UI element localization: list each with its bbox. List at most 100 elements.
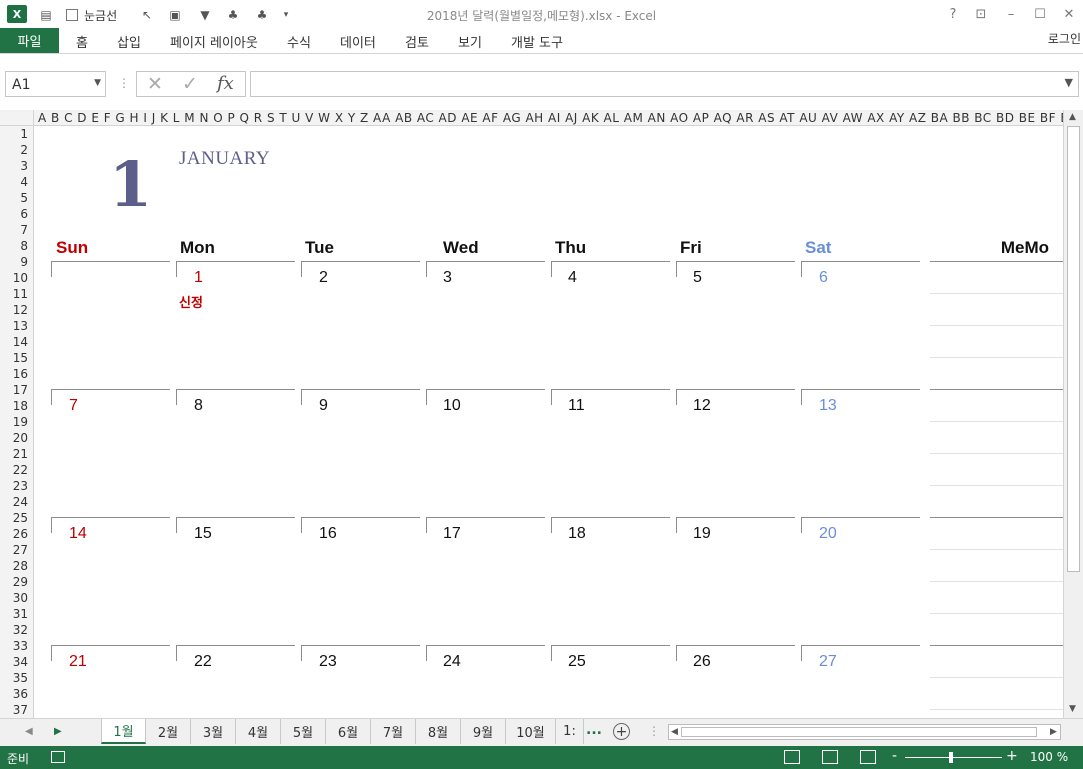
- row-header[interactable]: 29: [13, 574, 28, 590]
- login-link[interactable]: 로그인: [1048, 30, 1081, 47]
- memo-line[interactable]: [930, 709, 1063, 710]
- more-sheets[interactable]: ...: [586, 722, 602, 738]
- row-header[interactable]: 13: [13, 318, 28, 334]
- memo-line[interactable]: [930, 581, 1063, 582]
- row-header[interactable]: 3: [20, 158, 28, 174]
- macro-record-icon[interactable]: [51, 751, 65, 763]
- calendar-day-cell[interactable]: [51, 261, 170, 277]
- memo-line[interactable]: [930, 261, 1063, 262]
- memo-line[interactable]: [930, 645, 1063, 646]
- row-header[interactable]: 34: [13, 654, 28, 670]
- memo-line[interactable]: [930, 453, 1063, 454]
- formula-input[interactable]: ▼: [250, 71, 1079, 97]
- horizontal-scrollbar[interactable]: ◀ ▶: [668, 724, 1061, 740]
- memo-line[interactable]: [930, 677, 1063, 678]
- row-header[interactable]: 17: [13, 382, 28, 398]
- sheet-tab[interactable]: 9월: [461, 719, 506, 744]
- row-header[interactable]: 32: [13, 622, 28, 638]
- sheet-tab[interactable]: 2월: [146, 719, 191, 744]
- name-box[interactable]: A1 ▼: [5, 71, 106, 97]
- tab-scroll-left-icon[interactable]: ◀: [25, 726, 33, 737]
- tab-view[interactable]: 보기: [458, 32, 482, 51]
- memo-line[interactable]: [930, 389, 1063, 390]
- minimize-icon[interactable]: –: [998, 4, 1024, 24]
- row-header[interactable]: 16: [13, 366, 28, 382]
- row-header[interactable]: 28: [13, 558, 28, 574]
- tab-split-grip-icon[interactable]: ⋮: [648, 724, 660, 738]
- row-header[interactable]: 11: [13, 286, 28, 302]
- help-icon[interactable]: ?: [940, 4, 966, 24]
- row-header[interactable]: 10: [13, 270, 28, 286]
- row-header[interactable]: 31: [13, 606, 28, 622]
- vertical-scrollbar[interactable]: ▲ ▼: [1063, 110, 1083, 718]
- memo-line[interactable]: [930, 613, 1063, 614]
- tab-developer[interactable]: 개발 도구: [511, 32, 563, 51]
- zoom-level[interactable]: 100 %: [1030, 750, 1068, 764]
- row-header[interactable]: 36: [13, 686, 28, 702]
- tab-insert[interactable]: 삽입: [117, 32, 141, 51]
- tab-data[interactable]: 데이터: [340, 32, 376, 51]
- row-header[interactable]: 20: [13, 430, 28, 446]
- tab-formulas[interactable]: 수식: [287, 32, 311, 51]
- tab-scroll-right-icon[interactable]: ▶: [54, 726, 62, 737]
- row-header[interactable]: 8: [20, 238, 28, 254]
- cancel-icon[interactable]: ✕: [147, 73, 163, 95]
- expand-formula-icon[interactable]: ▼: [1065, 76, 1073, 89]
- memo-line[interactable]: [930, 293, 1063, 294]
- horizontal-scroll-thumb[interactable]: [681, 727, 1037, 737]
- row-header[interactable]: 33: [13, 638, 28, 654]
- sheet-tab[interactable]: 3월: [191, 719, 236, 744]
- sheet-tab[interactable]: 1:: [556, 719, 584, 744]
- sheet-tab[interactable]: 7월: [371, 719, 416, 744]
- worksheet-grid[interactable]: 1 JANUARY MeMo Sun Mon Tue Wed Thu Fri Sat 1 2 3 4…: [34, 126, 1063, 718]
- row-header[interactable]: 30: [13, 590, 28, 606]
- tab-home[interactable]: 홈: [76, 32, 88, 51]
- name-box-dropdown-icon[interactable]: ▼: [94, 78, 101, 88]
- add-sheet-icon[interactable]: +: [613, 723, 630, 740]
- row-header[interactable]: 12: [13, 302, 28, 318]
- memo-line[interactable]: [930, 549, 1063, 550]
- sheet-tab[interactable]: 6월: [326, 719, 371, 744]
- row-header[interactable]: 19: [13, 414, 28, 430]
- row-header[interactable]: 23: [13, 478, 28, 494]
- sheet-tab[interactable]: 1월: [101, 719, 146, 744]
- row-header[interactable]: 35: [13, 670, 28, 686]
- zoom-in-button[interactable]: +: [1006, 748, 1018, 764]
- page-layout-view-icon[interactable]: [822, 750, 838, 764]
- select-all-corner[interactable]: [0, 110, 34, 126]
- row-header[interactable]: 7: [20, 222, 28, 238]
- row-headers[interactable]: 1 2 3 4 5 6 7 8 9 10 11 12 13 14 15 16 17 18 19 20 21 22 23 24 2…: [0, 126, 34, 718]
- row-header[interactable]: 5: [20, 190, 28, 206]
- memo-line[interactable]: [930, 421, 1063, 422]
- sheet-tab[interactable]: 8월: [416, 719, 461, 744]
- tab-page-layout[interactable]: 페이지 레이아웃: [170, 32, 258, 51]
- column-headers[interactable]: A B C D E F G H I J K L M N O P Q R S T …: [34, 110, 1063, 126]
- close-icon[interactable]: ✕: [1056, 4, 1082, 24]
- row-header[interactable]: 25: [13, 510, 28, 526]
- row-header[interactable]: 27: [13, 542, 28, 558]
- enter-icon[interactable]: ✓: [182, 73, 198, 95]
- row-header[interactable]: 18: [13, 398, 28, 414]
- row-header[interactable]: 21: [13, 446, 28, 462]
- row-header[interactable]: 2: [20, 142, 28, 158]
- row-header[interactable]: 24: [13, 494, 28, 510]
- tab-review[interactable]: 검토: [405, 32, 429, 51]
- scroll-up-icon[interactable]: ▲: [1069, 112, 1076, 122]
- maximize-icon[interactable]: ☐: [1027, 4, 1053, 24]
- scroll-right-icon[interactable]: ▶: [1050, 727, 1057, 737]
- scroll-down-icon[interactable]: ▼: [1069, 704, 1076, 714]
- zoom-slider[interactable]: [905, 757, 1002, 758]
- row-header[interactable]: 4: [20, 174, 28, 190]
- row-header[interactable]: 22: [13, 462, 28, 478]
- memo-line[interactable]: [930, 485, 1063, 486]
- row-header[interactable]: 26: [13, 526, 28, 542]
- scroll-left-icon[interactable]: ◀: [671, 727, 678, 737]
- tab-file[interactable]: 파일: [0, 28, 59, 53]
- row-header[interactable]: 14: [13, 334, 28, 350]
- sheet-tab[interactable]: 4월: [236, 719, 281, 744]
- formula-bar-grip-icon[interactable]: ⋮: [118, 76, 130, 90]
- zoom-out-button[interactable]: -: [892, 748, 897, 764]
- normal-view-icon[interactable]: [784, 750, 800, 764]
- sheet-tab[interactable]: 10월: [506, 719, 556, 744]
- row-header[interactable]: 9: [20, 254, 28, 270]
